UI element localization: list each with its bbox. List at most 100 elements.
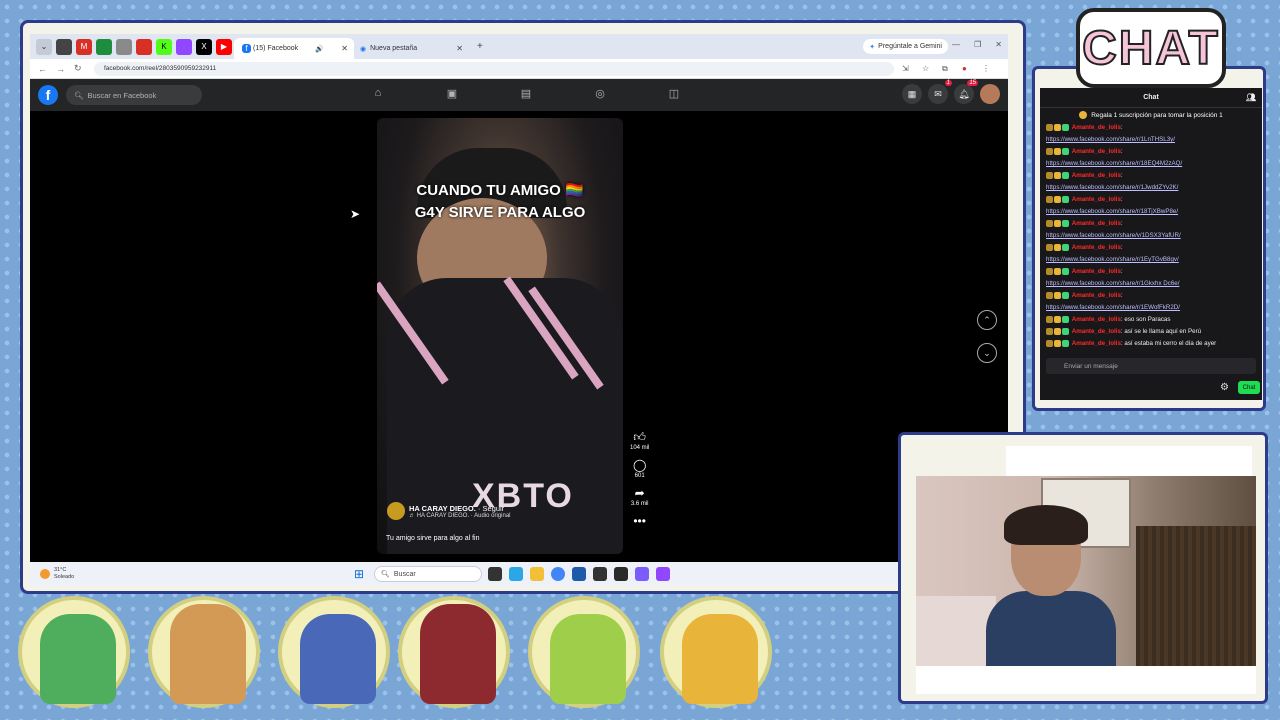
pinned-message[interactable]: Regala 1 suscripción para tomar la posic… xyxy=(1040,108,1262,122)
like-icon[interactable]: 👍︎ xyxy=(633,431,646,443)
speaker-icon[interactable]: 🔊 xyxy=(315,45,324,53)
chat-username[interactable]: Amante_de_lolis xyxy=(1072,244,1121,251)
bookmark-star-icon[interactable]: ☆ xyxy=(922,64,934,73)
chat-message-text[interactable]: https://www.facebook.com/share/r/1EyTGvB… xyxy=(1046,256,1179,263)
chat-username[interactable]: Amante_de_lolis xyxy=(1072,328,1121,335)
reel-video[interactable]: XBTO CUANDO TU AMIGO 🏳️‍🌈 G4Y SIRVE PARA… xyxy=(377,118,623,554)
badge-icon xyxy=(1062,123,1069,131)
messenger-icon[interactable]: ✉ 1 xyxy=(928,80,952,104)
menu-kebab-icon[interactable]: ⋮ xyxy=(982,64,994,73)
notifications-bell-icon[interactable]: 🔔︎ 15 xyxy=(954,80,978,104)
close-tab-icon[interactable]: ✕ xyxy=(456,44,463,53)
menu-grid-icon[interactable]: ▦ xyxy=(902,84,922,104)
gmail-tab-icon[interactable]: M xyxy=(76,38,92,55)
share-count: 3.6 mil xyxy=(630,501,649,507)
chat-message-text: así se le llama aquí en Perú xyxy=(1124,328,1202,335)
maximize-icon[interactable]: ❐ xyxy=(974,40,981,49)
new-tab-icon[interactable]: + xyxy=(477,41,483,52)
gaming-icon[interactable]: ◫ xyxy=(666,87,682,103)
groups-icon[interactable]: ◎ xyxy=(592,87,608,103)
chat-username[interactable]: Amante_de_lolis xyxy=(1072,340,1121,347)
follow-button[interactable]: · Seguir xyxy=(478,504,504,513)
author-name[interactable]: HA CARAY DIEGO. xyxy=(409,504,476,513)
minimize-icon[interactable]: — xyxy=(952,40,960,49)
marketplace-icon[interactable]: ▤ xyxy=(518,87,534,103)
close-window-icon[interactable]: ✕ xyxy=(995,40,1002,49)
facebook-search-input[interactable]: 🔍︎ Buscar en Facebook xyxy=(66,85,202,105)
x-tab-icon[interactable]: X xyxy=(196,38,212,55)
twitch-icon[interactable] xyxy=(656,567,670,581)
video-icon[interactable]: ▣ xyxy=(444,87,460,103)
tab-facebook[interactable]: f (15) Facebook 🔊 ✕ xyxy=(234,38,354,59)
kick-tab-icon[interactable]: K xyxy=(156,38,172,55)
file-explorer-icon[interactable] xyxy=(530,567,544,581)
close-tab-icon[interactable]: ✕ xyxy=(341,44,348,53)
windows-start-icon[interactable]: ⊞ xyxy=(354,568,366,580)
share-icon[interactable]: ➦ xyxy=(635,487,645,499)
chat-username[interactable]: Amante_de_lolis xyxy=(1072,292,1121,299)
audio-label[interactable]: ♬ HA CARAY DIEGO. · Audio original xyxy=(409,513,510,519)
tab-new[interactable]: ◉ Nueva pestaña ✕ xyxy=(354,38,469,59)
chat-message-text[interactable]: https://www.facebook.com/share/r/1JwddZY… xyxy=(1046,184,1178,191)
obs-icon[interactable] xyxy=(593,567,607,581)
profile-avatar[interactable]: ● xyxy=(962,64,974,73)
more-options-icon[interactable]: ••• xyxy=(633,515,646,527)
chat-input[interactable]: Enviar un mensaje xyxy=(1046,358,1256,374)
chat-username[interactable]: Amante_de_lolis xyxy=(1072,172,1121,179)
extensions-icon[interactable]: ⧉ xyxy=(942,64,954,74)
chat-settings-gear-icon[interactable]: ⚙ xyxy=(1220,382,1229,393)
chat-message-text[interactable]: https://www.facebook.com/share/r/18EQ4M2… xyxy=(1046,160,1182,167)
taskbar-search[interactable]: 🔍︎ Buscar xyxy=(374,566,482,582)
forward-icon[interactable]: → xyxy=(56,64,66,74)
next-reel-icon[interactable]: ⌄ xyxy=(977,343,997,363)
install-icon[interactable]: ⇲ xyxy=(902,64,914,73)
chat-message-text[interactable]: https://www.facebook.com/share/r/1LnTHSL… xyxy=(1046,136,1175,143)
store-icon[interactable] xyxy=(572,567,586,581)
chat-message: Amante_de_lolis: https://www.facebook.co… xyxy=(1046,267,1180,287)
chat-send-button[interactable]: Chat xyxy=(1238,381,1260,394)
users-icon[interactable]: 👥︎ xyxy=(1246,93,1256,102)
previous-reel-icon[interactable]: ⌃ xyxy=(977,310,997,330)
pinned-tab-icon[interactable] xyxy=(136,38,152,55)
chat-message-text[interactable]: https://www.facebook.com/share/r/1Gkxhx … xyxy=(1046,280,1179,287)
chat-message-text: así estaba mi cerro el día de ayer xyxy=(1124,340,1217,347)
url-field[interactable]: facebook.com/reel/2803590959232911 xyxy=(94,61,894,76)
weather-widget[interactable]: 31°C Soleado xyxy=(40,567,74,581)
reload-icon[interactable]: ↻ xyxy=(74,63,84,74)
shirt-stripe xyxy=(377,281,449,385)
home-icon[interactable]: ⌂ xyxy=(370,87,386,103)
chat-message-text[interactable]: https://www.facebook.com/share/v/1DSX3Ya… xyxy=(1046,232,1181,239)
chat-message-text: eso son Paracas xyxy=(1124,316,1171,323)
twitch-tab-icon[interactable] xyxy=(176,38,192,55)
comment-icon[interactable]: ◯ xyxy=(633,459,646,471)
chrome-icon[interactable] xyxy=(551,567,565,581)
pinned-tab-icon[interactable] xyxy=(56,38,72,55)
back-icon[interactable]: ← xyxy=(38,64,48,74)
chat-username[interactable]: Amante_de_lolis xyxy=(1072,316,1121,323)
app-icon[interactable] xyxy=(614,567,628,581)
chat-message-text[interactable]: https://www.facebook.com/share/r/18TjXBw… xyxy=(1046,208,1178,215)
chat-username[interactable]: Amante_de_lolis xyxy=(1072,148,1121,155)
facebook-logo[interactable]: f xyxy=(38,85,58,105)
reel-viewer: ➤ XBTO CUANDO TU AMIGO 🏳️‍🌈 G4Y SIRVE PA… xyxy=(30,111,1008,562)
pinned-tab-icon[interactable] xyxy=(116,38,132,55)
chat-message-text[interactable]: https://www.facebook.com/share/r/1EWofFk… xyxy=(1046,304,1180,311)
account-avatar[interactable] xyxy=(980,84,1000,104)
chat-username[interactable]: Amante_de_lolis xyxy=(1072,268,1121,275)
like-count: 104 mil xyxy=(630,445,650,451)
tab-search-icon[interactable]: ⌄ xyxy=(36,38,52,55)
search-icon: 🔍︎ xyxy=(381,571,390,578)
discord-icon[interactable] xyxy=(635,567,649,581)
taskview-icon[interactable] xyxy=(488,567,502,581)
youtube-tab-icon[interactable]: ▶ xyxy=(216,38,232,55)
pinned-tab-icon[interactable] xyxy=(96,38,112,55)
edge-icon[interactable] xyxy=(509,567,523,581)
chat-message: Amante_de_lolis: así se le llama aquí en… xyxy=(1046,326,1256,338)
chat-username[interactable]: Amante_de_lolis xyxy=(1072,124,1121,131)
gemini-button[interactable]: ✦ Pregúntale a Gemini xyxy=(863,39,948,54)
chat-username[interactable]: Amante_de_lolis xyxy=(1072,196,1121,203)
window-controls: — ❐ ✕ xyxy=(952,40,1002,49)
chat-message: Amante_de_lolis: así estaba mi cerro el … xyxy=(1046,338,1256,350)
chat-username[interactable]: Amante_de_lolis xyxy=(1072,220,1121,227)
author-avatar[interactable] xyxy=(387,502,405,520)
